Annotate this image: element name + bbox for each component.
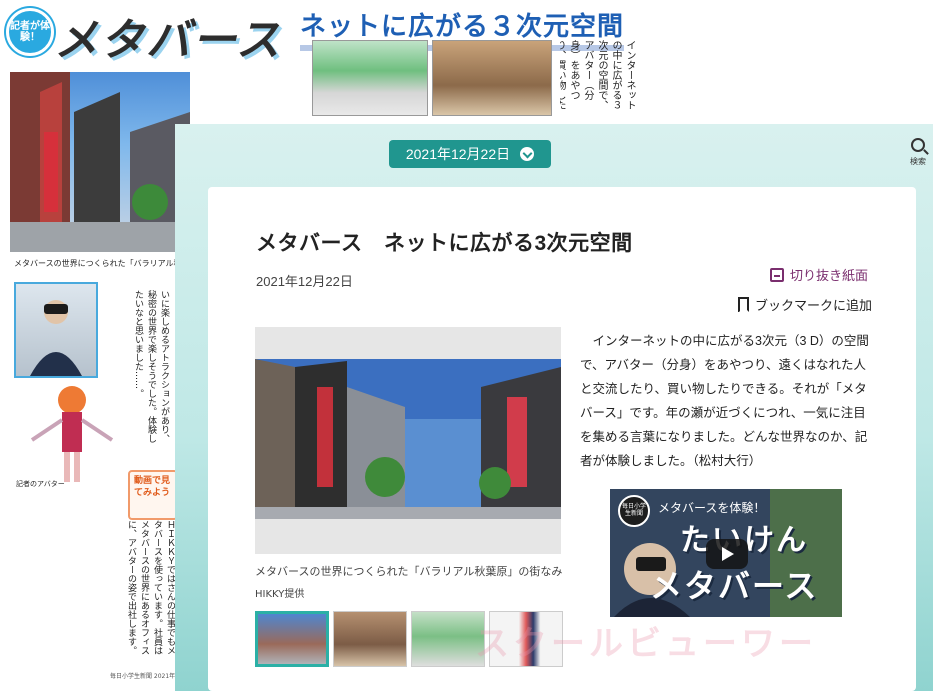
image-credit: HIKKY提供 xyxy=(255,589,305,600)
newspaper-body-top: インターネットの中に広がる３次元の空間で、アバター（分身）をあやつり、買い物した… xyxy=(560,40,635,110)
video-title: メタバースを体験！ xyxy=(658,501,766,515)
newspaper-body-left-2: ＨＩＫＫＹではさんの仕事でもメタバースを使っています。社員はメタバースの世界にあ… xyxy=(126,520,175,655)
article-main-image[interactable] xyxy=(255,327,561,554)
search-icon xyxy=(911,138,925,152)
clipping-label: 切り抜き紙面 xyxy=(790,269,869,284)
video-channel-logo: 毎日小学生新聞 xyxy=(618,495,650,527)
search-button[interactable]: 検索 xyxy=(903,136,933,176)
thumbnail-2[interactable] xyxy=(333,611,407,667)
image-caption: メタバースの世界につくられた「バラリアル秋葉原」の街なみ xyxy=(255,565,563,578)
date-selector-label: 2021年12月22日 xyxy=(405,146,511,162)
play-icon[interactable] xyxy=(706,539,748,569)
newspaper-video-box: 動画で見てみよう xyxy=(128,470,178,520)
bookmark-button[interactable]: ブックマークに追加 xyxy=(738,295,872,314)
clipping-icon xyxy=(770,267,784,282)
article-date: 2021年12月22日 xyxy=(256,274,353,289)
newspaper-badge: 記者が体験！ xyxy=(6,8,54,56)
thumbnail-3[interactable] xyxy=(411,611,485,667)
watermark: スクールビューワー xyxy=(475,624,817,664)
video-player[interactable]: 毎日小学生新聞 メタバースを体験！ たいけん メタバース xyxy=(610,489,842,617)
thumbnail-1[interactable] xyxy=(255,611,329,667)
article-title: メタバース ネットに広がる3次元空間 xyxy=(256,232,633,255)
newspaper-avatar-caption: 記者のアバター xyxy=(16,480,65,488)
bookmark-icon xyxy=(738,297,750,313)
clipping-button[interactable]: 切り抜き紙面 xyxy=(770,265,868,284)
newspaper-street-photo xyxy=(10,72,190,252)
bookmark-label: ブックマークに追加 xyxy=(755,299,873,314)
newspaper-station-photo xyxy=(312,40,428,116)
newspaper-title: メタバース xyxy=(54,15,282,66)
article-body: インターネットの中に広がる3次元（3 D）の空間で、アバター（分身）をあやつり、… xyxy=(580,334,869,468)
newspaper-body-left: いに楽しめるアトラクションがあり、秘密の世界で楽しそうでした。体験したいなと思い… xyxy=(133,290,169,443)
newspaper-shop-photo xyxy=(432,40,552,116)
newspaper-reporter-photo xyxy=(14,282,98,378)
date-selector-button[interactable]: 2021年12月22日 xyxy=(389,140,551,168)
article-page: 2021年12月22日 検索 メタバース ネットに広がる3次元空間 2021年1… xyxy=(175,124,933,691)
chevron-down-icon xyxy=(520,147,535,161)
search-label: 検索 xyxy=(910,157,926,166)
